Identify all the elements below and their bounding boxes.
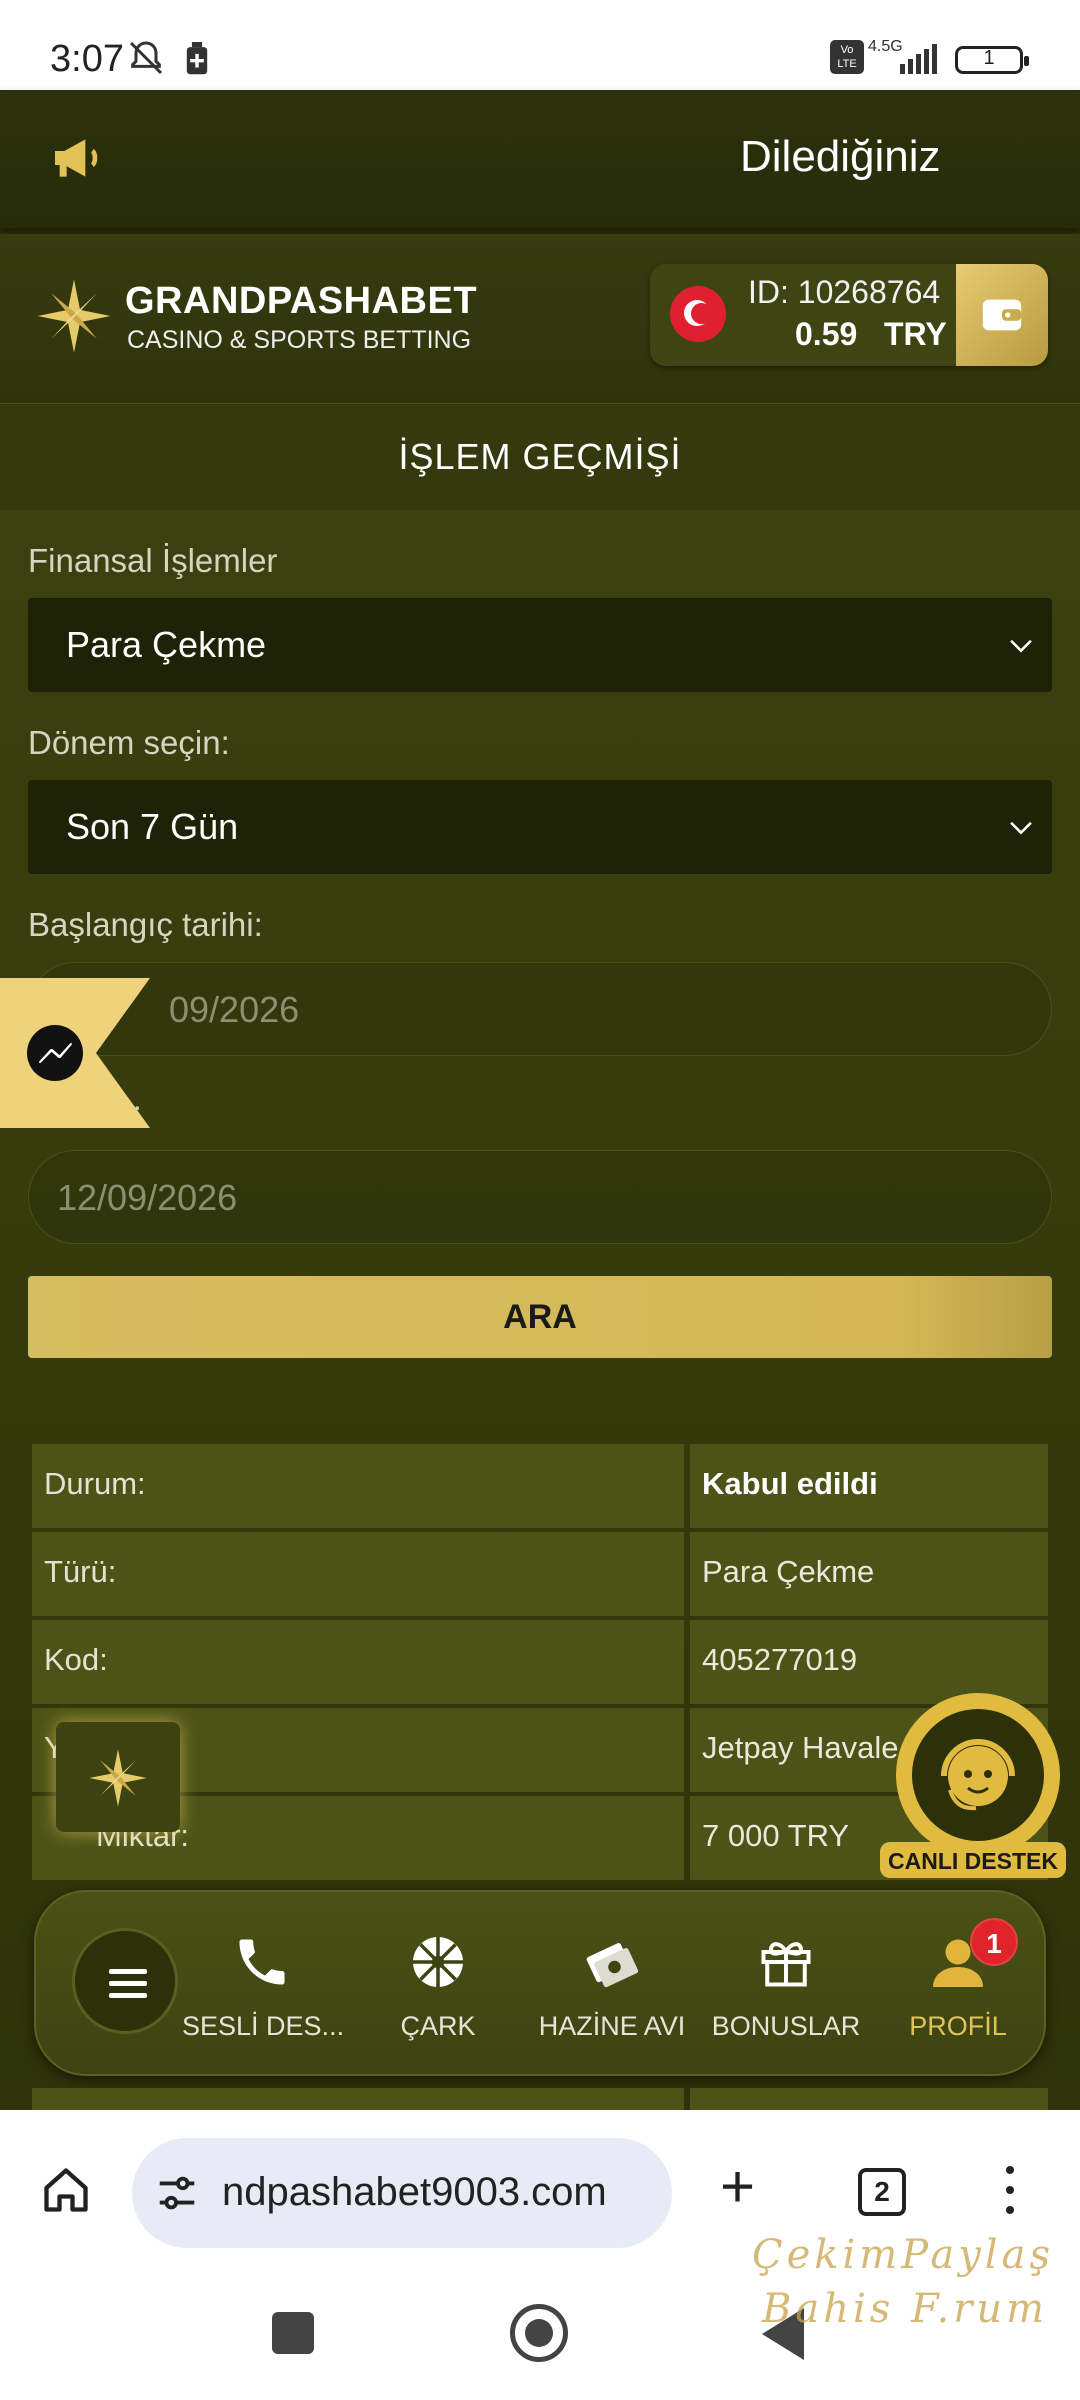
- status-bar: 3:07 Vo LTE 4.5G 1: [0, 0, 1080, 90]
- announcement-text: Dilediğiniz: [740, 132, 941, 181]
- battery-icon: 1: [955, 46, 1029, 74]
- volte-icon: Vo LTE: [830, 40, 864, 74]
- site-header: GRANDPASHABET CASINO & SPORTS BETTING ID…: [0, 234, 1080, 404]
- table-row-partial: [32, 2088, 1048, 2110]
- clock: 3:07: [50, 38, 124, 80]
- row-value: 405277019: [702, 1642, 858, 1677]
- bottom-nav: SESLİ DES... ÇARK HAZİNE AVI BONUSLAR PR…: [34, 1890, 1046, 2076]
- finance-type-label: Finansal İşlemler: [28, 542, 278, 579]
- finance-type-select[interactable]: Para Çekme: [28, 598, 1052, 692]
- messenger-chat-button[interactable]: [0, 978, 150, 1128]
- page-title: İŞLEM GEÇMİŞİ: [0, 404, 1080, 510]
- period-select[interactable]: Son 7 Gün: [28, 780, 1052, 874]
- notification-badge: 1: [970, 1918, 1018, 1966]
- star-icon: [89, 1749, 147, 1807]
- nav-voice-support[interactable]: SESLİ DES...: [182, 1932, 344, 2042]
- live-support-label: CANLI DESTEK: [888, 1848, 1058, 1874]
- nav-bonuses[interactable]: BONUSLAR: [706, 1932, 866, 2042]
- treasure-icon: [586, 1943, 639, 1988]
- start-date-label: Başlangıç tarihi:: [28, 906, 263, 943]
- row-value: Jetpay Havale: [702, 1730, 899, 1765]
- row-value: Para Çekme: [702, 1554, 875, 1589]
- wallet-button[interactable]: [956, 264, 1048, 366]
- wheel-icon: [413, 1937, 463, 1987]
- recents-button[interactable]: [272, 2312, 314, 2354]
- brand-tagline: CASINO & SPORTS BETTING: [127, 326, 472, 354]
- account-balance: 0.59 TRY: [795, 316, 947, 352]
- brand-name[interactable]: GRANDPASHABET: [125, 280, 477, 323]
- watermark: ÇekimPaylaş Bahis F.rum: [752, 2232, 1054, 2332]
- period-label: Dönem seçin:: [28, 724, 230, 761]
- search-button[interactable]: ARA: [28, 1276, 1052, 1358]
- quick-menu-button[interactable]: [56, 1722, 180, 1832]
- turkey-flag-icon: [670, 286, 726, 342]
- start-date-field[interactable]: 09/2026: [28, 962, 1052, 1056]
- row-label: Durum:: [44, 1466, 146, 1501]
- row-value: 7 000 TRY: [702, 1818, 850, 1853]
- network-type: 4.5G: [868, 38, 903, 55]
- wallet-icon: [982, 299, 1022, 331]
- site-settings-icon[interactable]: [154, 2170, 200, 2216]
- row-value: Kabul edildi: [702, 1466, 878, 1501]
- home-button[interactable]: [510, 2304, 568, 2362]
- notifications-muted-icon: [129, 41, 163, 75]
- nav-profile[interactable]: PROFİL 1: [878, 1918, 1038, 2042]
- phone-icon: [239, 1939, 285, 1985]
- new-tab-icon[interactable]: +: [720, 2157, 755, 2217]
- end-date-field[interactable]: 12/09/2026: [28, 1150, 1052, 1244]
- menu-button[interactable]: [72, 1928, 178, 2034]
- table-row: Durum: Kabul edildi: [32, 1444, 1048, 1532]
- table-row: Türü: Para Çekme: [32, 1532, 1048, 1620]
- nav-treasure-hunt[interactable]: HAZİNE AVI: [532, 1932, 692, 2042]
- more-options-icon[interactable]: [1006, 2166, 1014, 2226]
- chevron-down-icon: [1010, 639, 1032, 653]
- live-support-button[interactable]: CANLI DESTEK: [878, 1690, 1068, 1880]
- home-icon[interactable]: [40, 2164, 92, 2216]
- nav-wheel[interactable]: ÇARK: [358, 1932, 518, 2042]
- address-bar[interactable]: ndpashabet9003.com: [132, 2138, 672, 2248]
- battery-saver-icon: [186, 42, 208, 75]
- megaphone-icon[interactable]: [48, 130, 104, 186]
- row-label: Kod:: [44, 1642, 108, 1677]
- account-box[interactable]: ID: 10268764 0.59 TRY: [650, 264, 1048, 366]
- hamburger-icon: [109, 1969, 147, 1974]
- account-id: ID: 10268764: [748, 274, 941, 310]
- logo-star-icon[interactable]: [36, 278, 112, 354]
- announcement-bar: Dilediğiniz: [0, 90, 1080, 228]
- signal-icon: [900, 44, 937, 74]
- row-label: Türü:: [44, 1554, 117, 1589]
- tab-switcher-button[interactable]: 2: [858, 2168, 906, 2216]
- url-text: ndpashabet9003.com: [222, 2170, 607, 2214]
- gift-icon: [761, 1942, 811, 1987]
- chevron-down-icon: [1010, 821, 1032, 835]
